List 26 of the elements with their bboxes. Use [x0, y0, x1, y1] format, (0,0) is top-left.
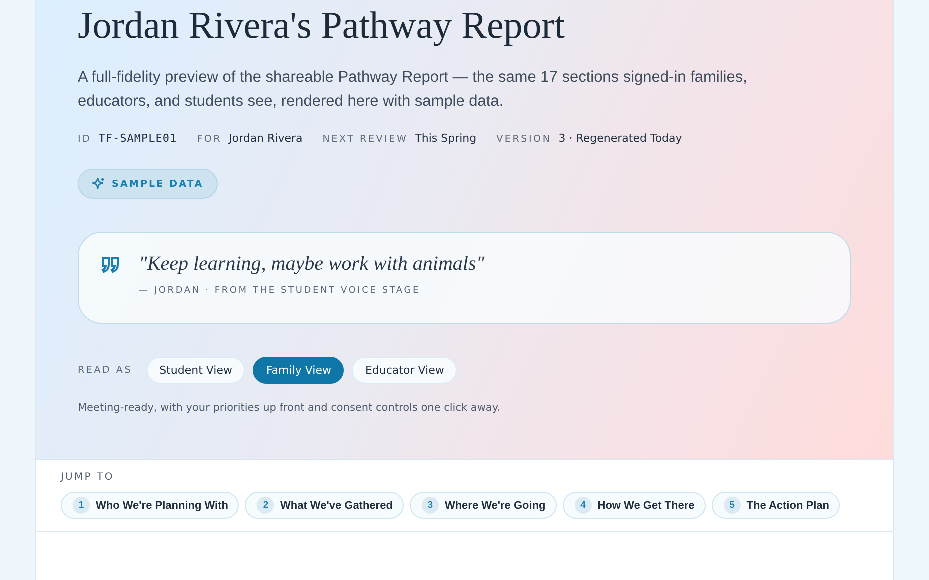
sample-data-badge: SAMPLE DATA	[78, 169, 218, 199]
section-link[interactable]: 4 How We Get There	[562, 492, 706, 519]
meta-label: VERSION	[496, 134, 552, 145]
quote-text: "Keep learning, maybe work with animals"	[139, 253, 485, 276]
section-link[interactable]: 2 What We've Gathered	[245, 492, 404, 519]
meta-label: FOR	[197, 134, 222, 145]
sparkle-icon	[92, 177, 106, 191]
view-tab[interactable]: Educator View	[352, 357, 458, 384]
jump-to-label: JUMP TO	[61, 472, 116, 483]
section-link[interactable]: 1 Who We're Planning With	[61, 492, 240, 519]
meta-value: This Spring	[415, 132, 477, 145]
meta-label: NEXT REVIEW	[322, 134, 408, 145]
view-tab[interactable]: Student View	[146, 357, 246, 384]
quote-attribution: — JORDAN · FROM THE STUDENT VOICE STAGE	[139, 286, 422, 296]
report-description: A full-fidelity preview of the shareable Pathway Report — the same 17 sections signed-in families, educators, and students see, rendered here with sample data.	[78, 68, 748, 112]
report-title: Jordan Rivera's Pathway Report	[78, 4, 566, 49]
section-link[interactable]: 5 The Action Plan	[712, 492, 840, 519]
quote-icon	[101, 256, 121, 274]
view-tab[interactable]: Family View	[253, 357, 344, 384]
meta-value: 3 · Regenerated Today	[558, 132, 682, 145]
section-link[interactable]: 3 Where We're Going	[410, 492, 557, 519]
meta-label: ID	[78, 134, 92, 145]
meta-value: Jordan Rivera	[229, 132, 303, 145]
meta-value: TF-SAMPLE01	[98, 132, 178, 145]
view-note: Meeting-ready, with your priorities up front and consent controls one click away.	[78, 402, 502, 414]
read-as-label: READ AS	[78, 365, 133, 376]
